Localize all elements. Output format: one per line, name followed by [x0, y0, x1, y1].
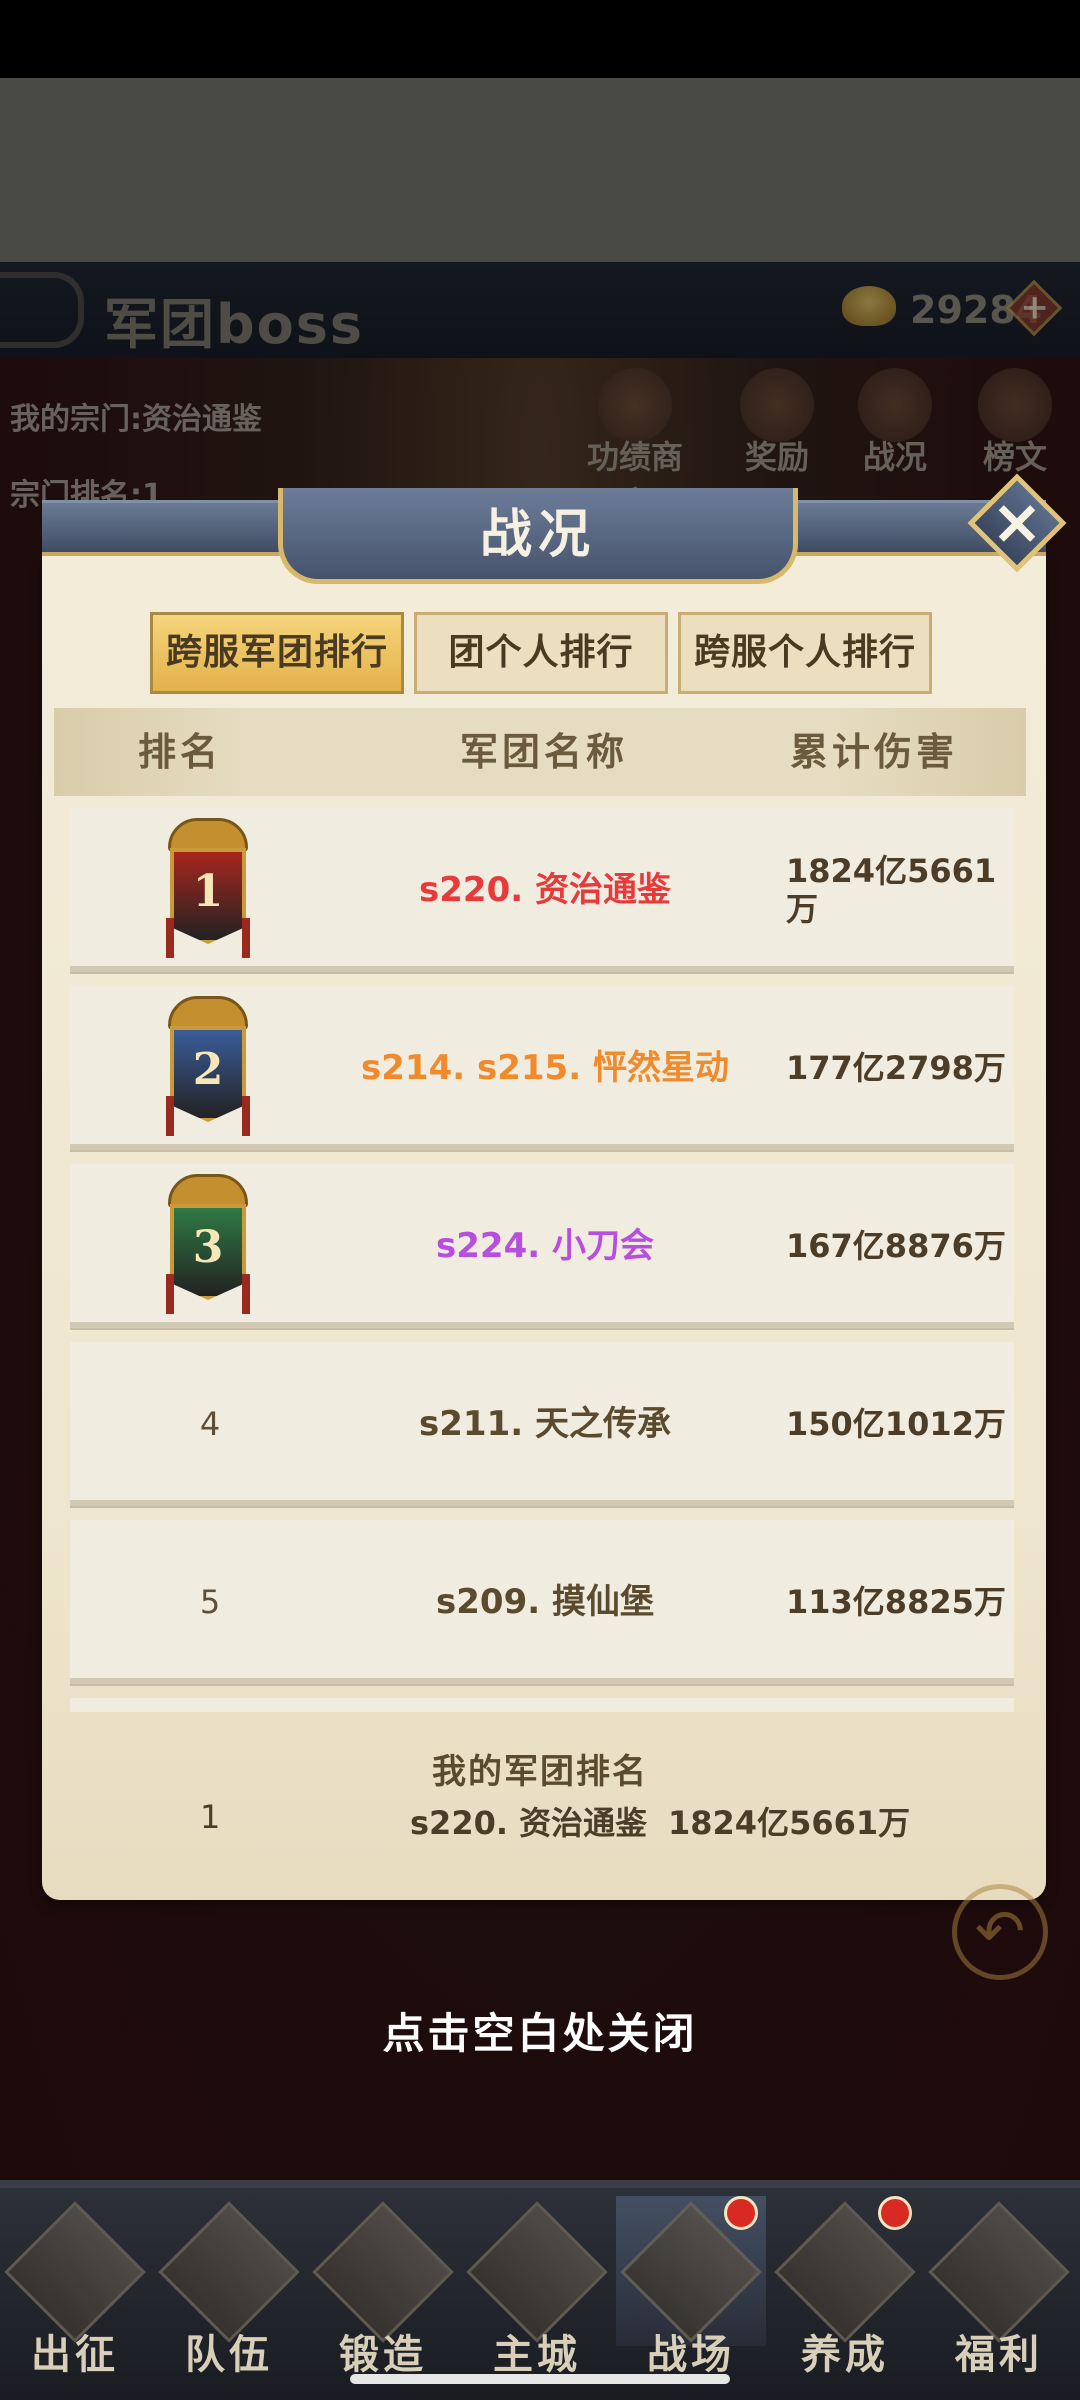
my-rank-title: 我的军团排名	[432, 1752, 648, 1792]
ranking-list[interactable]: 1 s220. 资治通鉴 1824亿5661万 2 s214. s215. 怦然…	[70, 808, 1014, 1712]
my-legion-name: s220. 资治通鉴	[410, 1804, 648, 1842]
table-row[interactable]: 2 s214. s215. 怦然星动 177亿2798万	[70, 986, 1014, 1150]
rank-3-banner-icon: 3	[158, 1174, 258, 1318]
banner-tassel	[242, 1096, 250, 1136]
nav-battlefield[interactable]: 战场	[616, 2196, 766, 2378]
total-damage: 150亿1012万	[786, 1405, 1006, 1443]
table-row[interactable]: 3 s224. 小刀会 167亿8876万	[70, 1164, 1014, 1328]
table-row-partial[interactable]	[70, 1698, 1014, 1712]
status-bar	[0, 0, 1080, 78]
my-total-damage: 1824亿5661万	[668, 1804, 911, 1842]
total-damage: 167亿8876万	[786, 1227, 1006, 1265]
banner-tassel	[166, 1096, 174, 1136]
tab-cross-server-personal[interactable]: 跨服个人排行	[678, 612, 932, 694]
table-row[interactable]: 4 s211. 天之传承 150亿1012万	[70, 1342, 1014, 1506]
total-damage: 113亿8825万	[786, 1583, 1006, 1621]
close-icon: ×	[991, 485, 1043, 558]
banner-tassel	[166, 918, 174, 958]
banner-tassel	[242, 1274, 250, 1314]
rank-1-banner-icon: 1	[158, 818, 258, 962]
top-blank-area	[0, 78, 1080, 262]
column-rank: 排名	[138, 730, 223, 774]
nav-expedition[interactable]: 出征	[0, 2196, 150, 2378]
legion-name: s224. 小刀会	[436, 1226, 654, 1266]
banner-number: 3	[192, 1222, 224, 1273]
my-rank-number: 1	[200, 1798, 221, 1836]
nav-label: 锻造	[339, 2332, 427, 2378]
nav-team[interactable]: 队伍	[154, 2196, 304, 2378]
nav-label: 养成	[801, 2332, 889, 2378]
banner-tassel	[242, 918, 250, 958]
legion-name: s220. 资治通鉴	[419, 870, 671, 910]
banner-crown	[168, 818, 248, 852]
rank-2-banner-icon: 2	[158, 996, 258, 1140]
column-legion-name: 军团名称	[460, 730, 629, 774]
legion-name: s209. 摸仙堡	[436, 1582, 654, 1622]
legion-name: s214. s215. 怦然星动	[361, 1048, 729, 1088]
return-icon[interactable]: ↶	[952, 1884, 1048, 1980]
notification-dot	[878, 2196, 912, 2230]
legion-name: s211. 天之传承	[419, 1404, 671, 1444]
tab-legion-personal[interactable]: 团个人排行	[414, 612, 668, 694]
nav-welfare[interactable]: 福利	[924, 2196, 1074, 2378]
rank-number: 4	[199, 1405, 221, 1443]
table-row[interactable]: 1 s220. 资治通鉴 1824亿5661万	[70, 808, 1014, 972]
return-arrow-icon: ↶	[974, 1897, 1026, 1967]
notification-dot	[724, 2196, 758, 2230]
nav-main-city[interactable]: 主城	[462, 2196, 612, 2378]
home-indicator[interactable]	[350, 2374, 730, 2384]
dialog-title: 战况	[479, 505, 596, 565]
banner-tassel	[166, 1274, 174, 1314]
banner-number: 2	[192, 1044, 224, 1095]
nav-cultivate[interactable]: 养成	[770, 2196, 920, 2378]
rank-number: 5	[199, 1583, 221, 1621]
nav-label: 福利	[955, 2332, 1043, 2378]
total-damage: 177亿2798万	[786, 1049, 1006, 1087]
banner-number: 1	[192, 866, 224, 917]
banner-crown	[168, 1174, 248, 1208]
table-row[interactable]: 5 s209. 摸仙堡 113亿8825万	[70, 1520, 1014, 1684]
nav-label: 主城	[493, 2332, 581, 2378]
nav-label: 出征	[31, 2332, 119, 2378]
column-total-damage: 累计伤害	[790, 730, 959, 774]
nav-label: 战场	[647, 2332, 735, 2378]
total-damage: 1824亿5661万	[786, 852, 997, 928]
close-button[interactable]: ×	[967, 473, 1067, 573]
close-hint: 点击空白处关闭	[382, 2009, 698, 2058]
tab-cross-server-legion[interactable]: 跨服军团排行	[150, 612, 404, 694]
nav-label: 队伍	[185, 2332, 273, 2378]
nav-forge[interactable]: 锻造	[308, 2196, 458, 2378]
banner-crown	[168, 996, 248, 1030]
